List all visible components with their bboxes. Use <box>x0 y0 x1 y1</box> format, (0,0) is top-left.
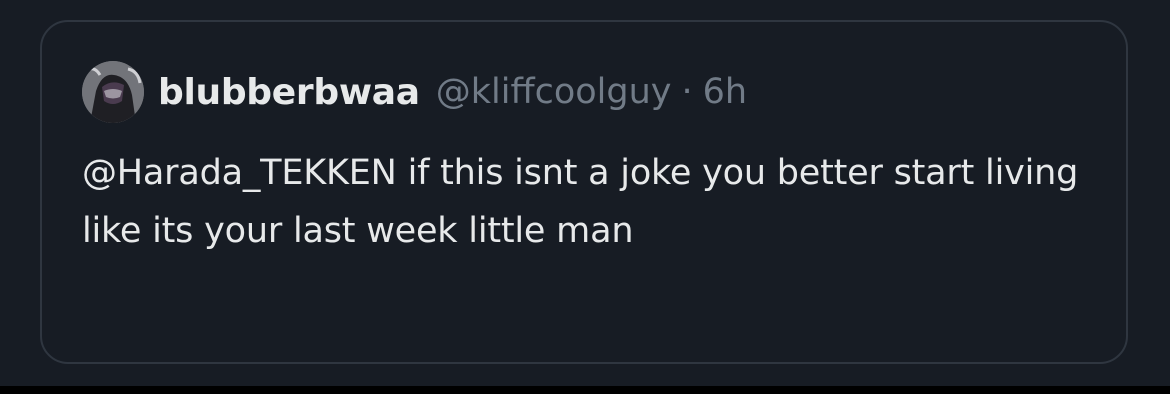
tweet-header: blubberbwaa @kliffcoolguy · 6h <box>82 58 747 126</box>
separator-dot: · <box>681 72 693 112</box>
tweet-text: @Harada_TEKKEN if this isnt a joke you b… <box>82 153 1079 251</box>
quoted-tweet-card[interactable]: blubberbwaa @kliffcoolguy · 6h @Harada_T… <box>40 20 1128 364</box>
avatar[interactable] <box>82 61 144 123</box>
bottom-edge-bar <box>0 386 1170 394</box>
avatar-image-icon <box>82 61 144 123</box>
timestamp[interactable]: 6h <box>703 72 747 112</box>
display-name[interactable]: blubberbwaa <box>158 72 420 113</box>
screenshot-canvas: blubberbwaa @kliffcoolguy · 6h @Harada_T… <box>0 0 1170 394</box>
user-handle[interactable]: @kliffcoolguy <box>436 72 672 112</box>
